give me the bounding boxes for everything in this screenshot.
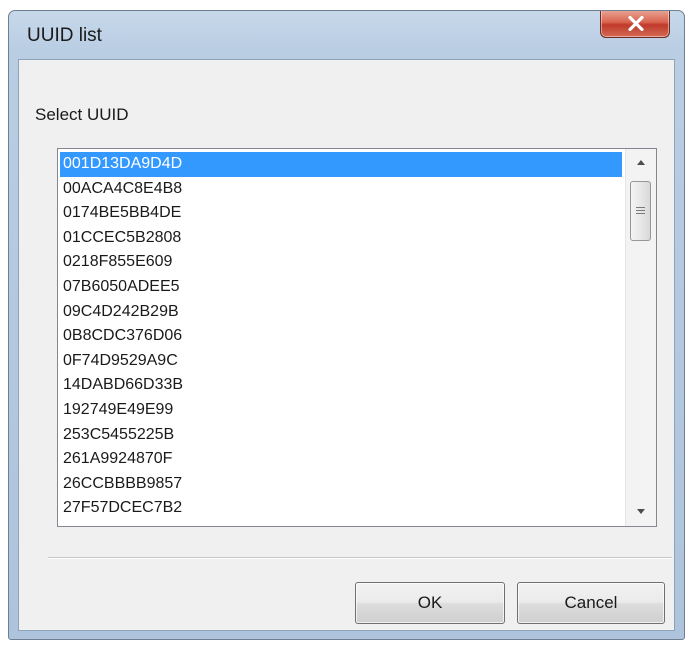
- list-item[interactable]: 07B6050ADEE5: [60, 275, 622, 300]
- list-item[interactable]: 00ACA4C8E4B8: [60, 177, 622, 202]
- list-item[interactable]: 261A9924870F: [60, 447, 622, 472]
- uuid-list: 001D13DA9D4D 00ACA4C8E4B8 0174BE5BB4DE 01CC…: [60, 152, 622, 521]
- list-item[interactable]: 0F74D9529A9C: [60, 349, 622, 374]
- ok-button[interactable]: OK: [355, 582, 505, 624]
- list-item[interactable]: 0B8CDC376D06: [60, 324, 622, 349]
- scroll-up-button[interactable]: [626, 149, 656, 177]
- uuid-list-dialog: UUID list Select UUID 001D13DA9D4D 00ACA4…: [8, 10, 685, 640]
- list-item[interactable]: 001D13DA9D4D: [60, 152, 622, 177]
- vertical-scrollbar[interactable]: [625, 149, 656, 526]
- thumb-grip: [636, 207, 645, 208]
- list-item[interactable]: 14DABD66D33B: [60, 373, 622, 398]
- scroll-thumb[interactable]: [630, 181, 651, 241]
- close-icon: [628, 16, 644, 31]
- list-item[interactable]: 01CCEC5B2808: [60, 226, 622, 251]
- list-item[interactable]: 253C5455225B: [60, 423, 622, 448]
- close-button[interactable]: [600, 11, 670, 38]
- title-bar[interactable]: UUID list: [9, 11, 684, 59]
- chevron-down-icon: [637, 509, 645, 514]
- list-item[interactable]: 27F57DCEC7B2: [60, 496, 622, 521]
- list-item[interactable]: 26CCBBBB9857: [60, 472, 622, 497]
- thumb-grip: [636, 210, 645, 211]
- cancel-button[interactable]: Cancel: [517, 582, 665, 624]
- separator: [48, 557, 672, 559]
- list-item[interactable]: 0174BE5BB4DE: [60, 201, 622, 226]
- list-item[interactable]: 192749E49E99: [60, 398, 622, 423]
- dialog-body: Select UUID 001D13DA9D4D 00ACA4C8E4B8 0174…: [18, 59, 675, 631]
- uuid-listbox[interactable]: 001D13DA9D4D 00ACA4C8E4B8 0174BE5BB4DE 01CC…: [57, 148, 657, 527]
- chevron-up-icon: [637, 160, 645, 165]
- thumb-grip: [636, 213, 645, 214]
- window-title: UUID list: [27, 25, 102, 46]
- list-item[interactable]: 09C4D242B29B: [60, 300, 622, 325]
- scroll-down-button[interactable]: [626, 498, 656, 526]
- list-item[interactable]: 0218F855E609: [60, 250, 622, 275]
- select-uuid-label: Select UUID: [35, 105, 129, 124]
